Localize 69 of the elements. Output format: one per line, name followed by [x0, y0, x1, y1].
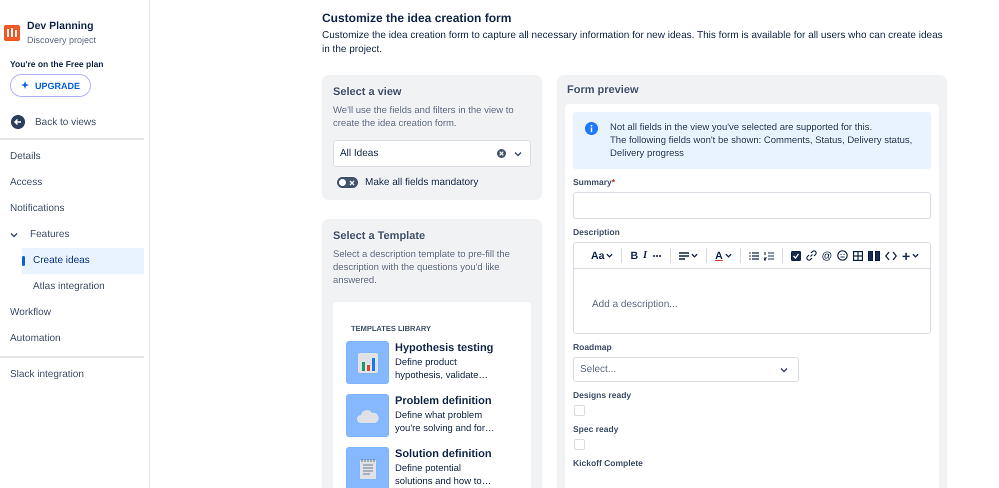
bullet-list-icon	[748, 250, 759, 260]
required-mark: *	[612, 177, 616, 187]
card-title: Select a Template	[333, 230, 426, 242]
template-description: Define potential solutions and how to…	[395, 462, 492, 488]
toggle-label: Make all fields mandatory	[365, 177, 478, 188]
summary-input[interactable]	[573, 192, 931, 219]
plan-note: You're on the Free plan	[10, 59, 104, 69]
card-title: Select a view	[333, 86, 402, 98]
template-title[interactable]: Problem definition	[395, 395, 500, 407]
bold-button[interactable]: B	[629, 246, 640, 264]
text-color-button[interactable]: A	[714, 246, 733, 264]
nav-item[interactable]: Automation	[0, 326, 144, 352]
field-label: Roadmap	[573, 342, 613, 352]
mention-button[interactable]: @	[820, 246, 833, 264]
mandatory-toggle[interactable]	[337, 177, 358, 188]
card-title: Form preview	[567, 84, 640, 96]
info-icon	[585, 122, 598, 135]
description-editor[interactable]: Aa B I A @ + Add a description...	[573, 242, 931, 334]
upgrade-button[interactable]: UPGRADE	[10, 74, 92, 97]
checkbox[interactable]	[574, 405, 585, 416]
checkbox[interactable]	[574, 439, 585, 450]
bar-chart-icon[interactable]	[346, 341, 389, 384]
project-type: Discovery project	[27, 34, 96, 47]
card-description: Select a description template to pre-fill the description with the questions you'd like answered.	[333, 248, 511, 287]
notice-text: The following fields won't be shown: Comments, Status, Delivery status, Delivery progress	[610, 134, 914, 160]
field-label: Summary*	[573, 177, 616, 187]
field-label: Description	[573, 227, 621, 237]
numbered-list-icon	[764, 250, 774, 260]
caret-icon	[780, 366, 788, 374]
clear-icon[interactable]	[497, 149, 506, 158]
code-icon	[884, 250, 897, 260]
caret-icon	[514, 150, 522, 158]
roadmap-select[interactable]: Select...	[573, 357, 799, 382]
table-icon	[852, 250, 863, 260]
card-description: We'll use the fields and filters in the view to create the idea creation form.	[333, 104, 515, 130]
italic-button[interactable]: I	[642, 246, 648, 264]
description-placeholder: Add a description...	[592, 299, 678, 310]
template-title[interactable]: Hypothesis testing	[395, 342, 500, 354]
template-description: Define product hypothesis, validate…	[395, 356, 489, 382]
view-select[interactable]: All Ideas	[333, 140, 531, 167]
nav-item[interactable]: Atlas integration	[22, 274, 144, 300]
nav-item[interactable]: Create ideas	[22, 248, 144, 274]
cross-icon	[349, 180, 355, 186]
sparkle-icon	[21, 80, 31, 90]
align-icon	[679, 250, 690, 260]
project-name: Dev Planning	[27, 19, 95, 34]
nav-item[interactable]: Slack integration	[0, 362, 144, 388]
field-label: Spec ready	[573, 424, 620, 434]
template-description: Define what problem you're solving and for…	[395, 409, 496, 435]
emoji-icon	[836, 250, 848, 261]
nav-item[interactable]: Features	[0, 222, 144, 248]
notice-text: Not all fields in the view you've selected are supported for this.	[610, 121, 874, 134]
template-title[interactable]: Solution definition	[395, 448, 500, 460]
nav-item[interactable]: Details	[0, 144, 144, 170]
field-label: Designs ready	[573, 390, 632, 400]
insert-button[interactable]: +	[900, 246, 920, 264]
chevron-icon	[10, 231, 18, 239]
project-logo-icon	[4, 25, 20, 41]
nav-item[interactable]: Workflow	[0, 300, 144, 326]
text-style-button[interactable]: Aa	[590, 246, 614, 264]
nav-item[interactable]: Notifications	[0, 196, 144, 222]
link-icon	[806, 250, 817, 261]
nav-item[interactable]: Access	[0, 170, 144, 196]
page-description: Customize the idea creation form to capture all necessary information for new ideas. This form is available for all users who can create ideas in the project.	[322, 29, 944, 57]
back-link[interactable]: Back to views	[0, 97, 144, 140]
field-label: Kickoff Complete	[573, 458, 644, 468]
columns-icon	[868, 250, 880, 260]
page-title: Customize the idea creation form	[322, 10, 512, 26]
checkbox-icon	[790, 250, 801, 260]
